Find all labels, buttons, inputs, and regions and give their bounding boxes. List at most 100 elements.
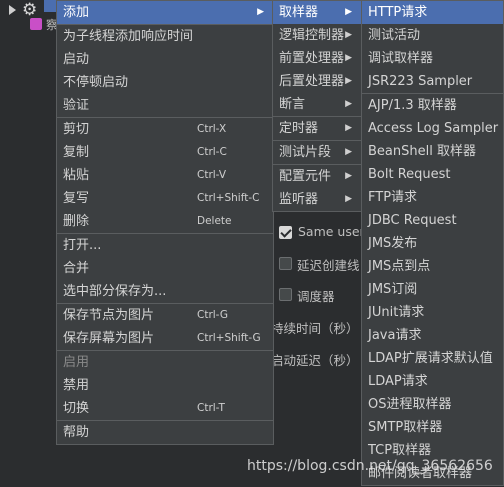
context-menu-item-删除[interactable]: 删除 Delete: [57, 210, 273, 233]
add-submenu-item-取样器[interactable]: 取样器 ▶: [273, 1, 361, 24]
context-menu-item-不停顿启动[interactable]: 不停顿启动: [57, 71, 273, 94]
submenu-arrow-icon: ▶: [345, 123, 352, 133]
context-menu-item-label: 剪切: [63, 122, 90, 137]
add-submenu-item-后置处理器[interactable]: 后置处理器 ▶: [273, 70, 361, 93]
sampler-submenu-item-label: LDAP扩展请求默认值: [368, 351, 493, 366]
tree-selection-highlight: [44, 0, 56, 12]
sampler-submenu-item-beanshell-取样器[interactable]: BeanShell 取样器: [362, 140, 503, 163]
context-menu-item-添加[interactable]: 添加 ▶: [57, 1, 273, 24]
context-menu-item-保存屏幕为图片[interactable]: 保存屏幕为图片 Ctrl+Shift-G: [57, 327, 273, 350]
context-menu-item-保存节点为图片[interactable]: 保存节点为图片 Ctrl-G: [57, 304, 273, 327]
context-menu-item-label: 删除: [63, 214, 90, 229]
context-menu-item-label: 启动: [63, 52, 90, 67]
listener-icon: [30, 18, 42, 30]
add-submenu-item-配置元件[interactable]: 配置元件 ▶: [273, 165, 361, 188]
sampler-submenu-item-label: Bolt Request: [368, 167, 451, 182]
add-submenu-item-测试片段[interactable]: 测试片段 ▶: [273, 141, 361, 164]
sampler-submenu-item-jsr223-sampler[interactable]: JSR223 Sampler: [362, 70, 503, 93]
sampler-submenu-item-label: AJP/1.3 取样器: [368, 98, 457, 113]
sampler-submenu-item-ldap请求[interactable]: LDAP请求: [362, 370, 503, 393]
submenu-arrow-icon: ▶: [345, 53, 352, 63]
scheduler-checkbox[interactable]: [279, 288, 292, 301]
watermark: https://blog.csdn.net/qq_36562656: [247, 458, 493, 474]
context-menu-item-启用[interactable]: 启用: [57, 351, 273, 374]
context-menu-item-label: 启用: [63, 355, 90, 370]
sampler-submenu-item-label: OS进程取样器: [368, 397, 452, 412]
sampler-submenu: HTTP请求 测试活动调试取样器 JSR223 Sampler AJP/1.3 取样器…: [361, 0, 504, 486]
context-menu-item-复制[interactable]: 复制 Ctrl-C: [57, 141, 273, 164]
add-submenu-item-label: 断言: [279, 97, 306, 112]
context-menu-item-shortcut: Delete: [197, 215, 232, 227]
context-menu-item-打开[interactable]: 打开...: [57, 234, 273, 257]
delay-create-label: 延迟创建线: [297, 258, 360, 273]
context-menu-item-选中部分保存为[interactable]: 选中部分保存为...: [57, 280, 273, 303]
tree-row-child[interactable]: 察: [30, 16, 58, 36]
sampler-submenu-item-jms订阅[interactable]: JMS订阅: [362, 278, 503, 301]
context-menu-item-shortcut: Ctrl-X: [197, 123, 227, 135]
sampler-submenu-item-bolt-request[interactable]: Bolt Request: [362, 163, 503, 186]
sampler-submenu-item-java请求[interactable]: Java请求: [362, 324, 503, 347]
delay-create-checkbox[interactable]: [279, 257, 292, 270]
sampler-submenu-item-junit请求[interactable]: JUnit请求: [362, 301, 503, 324]
add-submenu-item-定时器[interactable]: 定时器 ▶: [273, 117, 361, 140]
same-user-checkbox[interactable]: [279, 226, 292, 239]
submenu-arrow-icon: ▶: [345, 30, 352, 40]
add-submenu-item-label: 前置处理器: [279, 51, 345, 66]
add-submenu-item-断言[interactable]: 断言 ▶: [273, 93, 361, 116]
context-menu-item-粘贴[interactable]: 粘贴 Ctrl-V: [57, 164, 273, 187]
context-menu-item-复写[interactable]: 复写 Ctrl+Shift-C: [57, 187, 273, 210]
add-submenu-item-label: 后置处理器: [279, 74, 345, 89]
context-menu-item-剪切[interactable]: 剪切 Ctrl-X: [57, 118, 273, 141]
sampler-submenu-item-ajp-1-3-取样器[interactable]: AJP/1.3 取样器: [362, 94, 503, 117]
context-menu-item-label: 为子线程添加响应时间: [63, 29, 194, 44]
sampler-submenu-item-ftp请求[interactable]: FTP请求: [362, 186, 503, 209]
sampler-submenu-item-label: BeanShell 取样器: [368, 144, 476, 159]
sampler-submenu-item-label: Java请求: [368, 328, 422, 343]
sampler-submenu-item-jms发布[interactable]: JMS发布: [362, 232, 503, 255]
context-menu-item-验证[interactable]: 验证: [57, 94, 273, 117]
sampler-submenu-item-os进程取样器[interactable]: OS进程取样器: [362, 393, 503, 416]
sampler-submenu-item-测试活动[interactable]: 测试活动: [362, 24, 503, 47]
context-menu: 添加 ▶ 为子线程添加响应时间 启动 不停顿启动 验证 剪切 Ctrl-X 复制 Ctrl-C 粘贴…: [56, 0, 274, 445]
sampler-submenu-item-jms点到点[interactable]: JMS点到点: [362, 255, 503, 278]
context-menu-item-label: 粘贴: [63, 168, 90, 183]
submenu-arrow-icon: ▶: [345, 99, 352, 109]
sampler-submenu-item-label: HTTP请求: [368, 5, 428, 20]
context-menu-item-帮助[interactable]: 帮助: [57, 421, 273, 444]
context-menu-item-禁用[interactable]: 禁用: [57, 374, 273, 397]
submenu-arrow-icon: ▶: [345, 194, 352, 204]
context-menu-item-合并[interactable]: 合并: [57, 257, 273, 280]
sampler-submenu-item-access-log-sampler[interactable]: Access Log Sampler: [362, 117, 503, 140]
add-submenu-item-label: 测试片段: [279, 145, 332, 160]
context-menu-item-shortcut: Ctrl-G: [197, 309, 228, 321]
context-menu-item-label: 切换: [63, 401, 90, 416]
context-menu-item-shortcut: Ctrl-T: [197, 402, 225, 414]
sampler-submenu-item-label: 测试活动: [368, 28, 421, 43]
scheduler-label: 调度器: [297, 289, 335, 304]
sampler-submenu-item-label: JMS发布: [368, 236, 418, 251]
expand-triangle-icon[interactable]: [9, 5, 16, 15]
sampler-submenu-item-jdbc-request[interactable]: JDBC Request: [362, 209, 503, 232]
sampler-submenu-item-label: Access Log Sampler: [368, 121, 499, 136]
context-menu-item-label: 禁用: [63, 378, 90, 393]
add-submenu-item-逻辑控制器[interactable]: 逻辑控制器 ▶: [273, 24, 361, 47]
startup-delay-label: 启动延迟（秒）: [271, 353, 359, 368]
context-menu-item-label: 保存屏幕为图片: [63, 331, 155, 346]
sampler-submenu-item-http请求[interactable]: HTTP请求: [362, 1, 503, 24]
sampler-submenu-item-调试取样器[interactable]: 调试取样器: [362, 47, 503, 70]
context-menu-item-label: 合并: [63, 261, 90, 276]
submenu-arrow-icon: ▶: [257, 7, 264, 17]
sampler-submenu-item-label: JUnit请求: [368, 305, 425, 320]
submenu-arrow-icon: ▶: [345, 171, 352, 181]
context-menu-item-shortcut: Ctrl+Shift-C: [197, 192, 260, 204]
same-user-label: Same user: [298, 224, 365, 239]
context-menu-item-切换[interactable]: 切换 Ctrl-T: [57, 397, 273, 420]
sampler-submenu-item-label: LDAP请求: [368, 374, 428, 389]
sampler-submenu-item-ldap扩展请求默认值[interactable]: LDAP扩展请求默认值: [362, 347, 503, 370]
context-menu-item-启动[interactable]: 启动: [57, 48, 273, 71]
sampler-submenu-item-label: JMS点到点: [368, 259, 431, 274]
add-submenu-item-监听器[interactable]: 监听器 ▶: [273, 188, 361, 211]
sampler-submenu-item-smtp取样器[interactable]: SMTP取样器: [362, 416, 503, 439]
add-submenu-item-前置处理器[interactable]: 前置处理器 ▶: [273, 47, 361, 70]
context-menu-item-为子线程添加响应时间[interactable]: 为子线程添加响应时间: [57, 25, 273, 48]
